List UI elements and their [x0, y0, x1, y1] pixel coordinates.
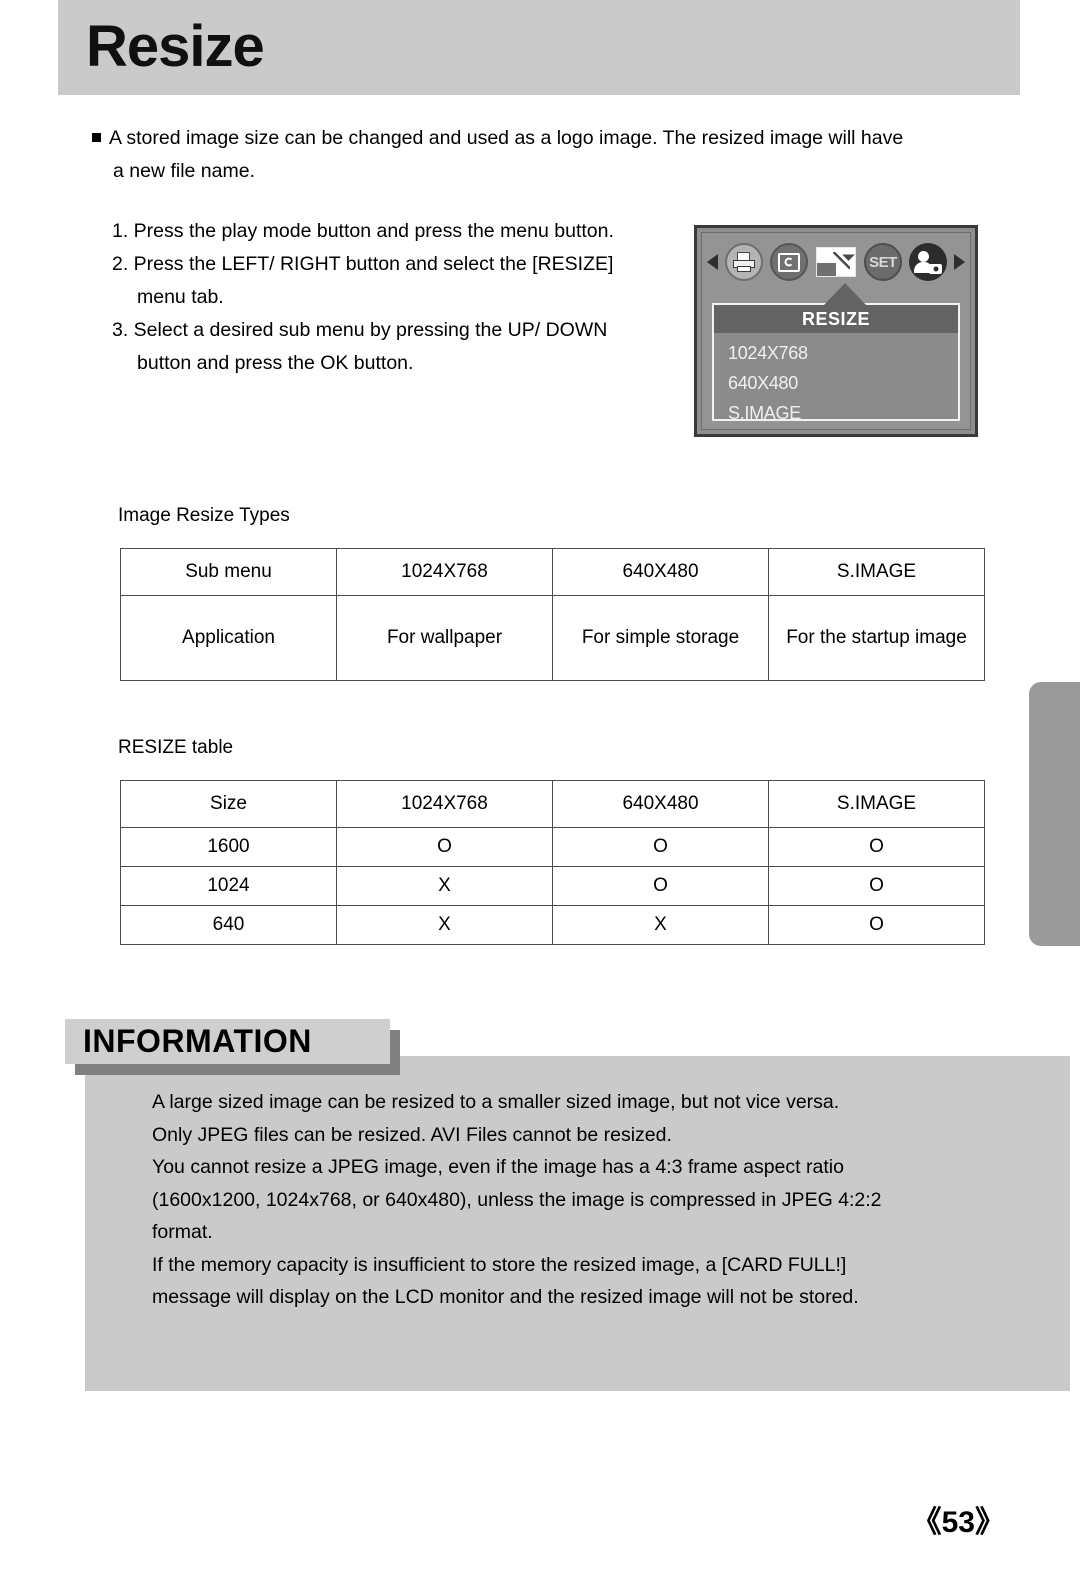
resize-compatibility-table: Size 1024X768 640X480 S.IMAGE 1600 O O O… — [120, 780, 985, 945]
page-title: Resize — [86, 14, 265, 79]
image-resize-types-caption: Image Resize Types — [118, 505, 290, 526]
resize-header-size: Size — [120, 780, 337, 828]
resize-cell-640-simage: O — [768, 905, 985, 945]
information-line-1: A large sized image can be resized to a … — [152, 1091, 840, 1113]
table-row: Application For wallpaper For simple sto… — [120, 595, 985, 681]
lcd-menu-title: RESIZE — [714, 305, 958, 333]
resize-icon[interactable] — [815, 245, 857, 279]
step-item-3-cont: button and press the OK button. — [137, 352, 414, 374]
printer-glyph-icon — [733, 252, 755, 272]
resize-cell-size-1600: 1600 — [120, 827, 337, 867]
step-item-2-cont: menu tab. — [137, 286, 224, 308]
information-line-5: format. — [152, 1221, 213, 1243]
information-label: INFORMATION — [65, 1019, 390, 1064]
information-text-block: A large sized image can be resized to a … — [152, 1086, 952, 1314]
resize-table-caption: RESIZE table — [118, 737, 234, 758]
lcd-menu-item-1024x768[interactable]: 1024X768 — [728, 338, 958, 368]
information-line-4: (1600x1200, 1024x768, or 640x480), unles… — [152, 1188, 882, 1211]
lcd-resize-menu: RESIZE 1024X768 640X480 S.IMAGE — [712, 303, 960, 423]
resize-cell-1600-simage: O — [768, 827, 985, 867]
resize-cell-1600-1024x768: O — [336, 827, 553, 867]
types-cell-startup-image: For the startup image — [768, 595, 985, 681]
person-camera-glyph-icon — [914, 249, 942, 275]
page-number: 《53》 — [911, 1506, 1005, 1539]
square-bullet-icon — [92, 133, 101, 142]
information-line-6: If the memory capacity is insufficient t… — [152, 1253, 847, 1276]
lcd-inner-frame: SET RESIZE 1024X768 640X480 S.IMAGE — [701, 232, 971, 430]
set-icon-label: SET — [869, 253, 897, 271]
table-row: 640 X X O — [120, 905, 985, 945]
startup-image-icon[interactable] — [909, 243, 947, 281]
step-item-3: 3. Select a desired sub menu by pressing… — [112, 319, 608, 341]
resize-cell-640-640x480: X — [552, 905, 769, 945]
resize-cell-1024-640x480: O — [552, 866, 769, 906]
menu-pointer-triangle — [824, 283, 866, 305]
step-item-2: 2. Press the LEFT/ RIGHT button and sele… — [112, 253, 614, 275]
lcd-menu-tab-bar: SET — [702, 239, 970, 285]
resize-cell-size-1024: 1024 — [120, 866, 337, 906]
types-cell-simple-storage: For simple storage — [552, 595, 769, 681]
table-header-row: Size 1024X768 640X480 S.IMAGE — [120, 780, 985, 828]
intro-line-2: a new file name. — [113, 160, 255, 182]
page-header-bar: Resize — [58, 0, 1020, 95]
left-arrow-icon[interactable] — [707, 254, 718, 270]
information-label-text: INFORMATION — [83, 1023, 312, 1059]
information-line-7: message will display on the LCD monitor … — [152, 1286, 859, 1308]
lcd-screen-mockup: SET RESIZE 1024X768 640X480 S.IMAGE — [694, 225, 978, 437]
print-icon[interactable] — [725, 243, 763, 281]
types-header-submenu: Sub menu — [120, 548, 337, 596]
step-item-1: 1. Press the play mode button and press … — [112, 220, 614, 242]
resize-cell-1024-simage: O — [768, 866, 985, 906]
intro-line-1: A stored image size can be changed and u… — [109, 127, 904, 149]
resize-cell-640-1024x768: X — [336, 905, 553, 945]
image-resize-types-table: Sub menu 1024X768 640X480 S.IMAGE Applic… — [120, 548, 985, 681]
resize-header-1024x768: 1024X768 — [336, 780, 553, 828]
set-icon[interactable]: SET — [864, 243, 902, 281]
resize-cell-1600-640x480: O — [552, 827, 769, 867]
resize-cell-size-640: 640 — [120, 905, 337, 945]
types-header-simage: S.IMAGE — [768, 548, 985, 596]
lcd-menu-item-list: 1024X768 640X480 S.IMAGE — [714, 333, 958, 428]
table-row: 1600 O O O — [120, 827, 985, 867]
rotate-glyph-icon — [778, 252, 800, 272]
resize-glyph-icon — [816, 247, 856, 277]
table-row: 1024 X O O — [120, 866, 985, 906]
right-arrow-icon[interactable] — [954, 254, 965, 270]
types-cell-application: Application — [120, 595, 337, 681]
information-line-2: Only JPEG files can be resized. AVI File… — [152, 1123, 672, 1146]
page-thumb-index-tab — [1029, 682, 1080, 946]
information-line-3: You cannot resize a JPEG image, even if … — [152, 1156, 844, 1178]
resize-cell-1024-1024x768: X — [336, 866, 553, 906]
intro-paragraph: A stored image size can be changed and u… — [92, 122, 992, 188]
rotate-icon[interactable] — [770, 243, 808, 281]
steps-list: 1. Press the play mode button and press … — [112, 215, 672, 380]
types-header-1024x768: 1024X768 — [336, 548, 553, 596]
table-header-row: Sub menu 1024X768 640X480 S.IMAGE — [120, 548, 985, 596]
resize-header-640x480: 640X480 — [552, 780, 769, 828]
lcd-menu-item-simage[interactable]: S.IMAGE — [728, 398, 958, 428]
resize-header-simage: S.IMAGE — [768, 780, 985, 828]
types-cell-wallpaper: For wallpaper — [336, 595, 553, 681]
lcd-menu-item-640x480[interactable]: 640X480 — [728, 368, 958, 398]
types-header-640x480: 640X480 — [552, 548, 769, 596]
